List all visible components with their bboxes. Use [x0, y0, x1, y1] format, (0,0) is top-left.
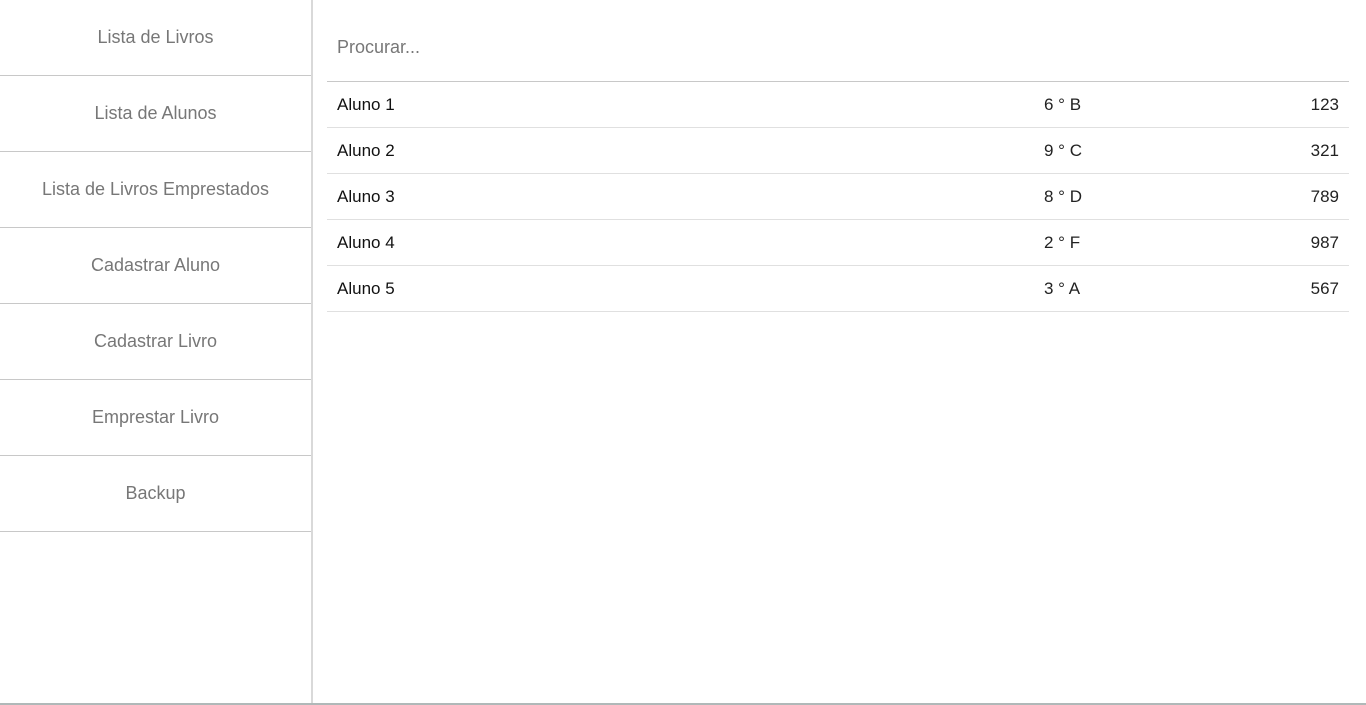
table-row[interactable]: Aluno 2 9 ° C 321 [327, 128, 1349, 174]
student-class: 2 ° F [1044, 233, 1081, 252]
student-name: Aluno 5 [337, 279, 395, 298]
table-row[interactable]: Aluno 5 3 ° A 567 [327, 266, 1349, 312]
search-bar [327, 14, 1349, 82]
student-id: 789 [1310, 187, 1339, 206]
sidebar-item-cadastrar-livro[interactable]: Cadastrar Livro [0, 304, 311, 380]
student-class: 3 ° A [1044, 279, 1081, 298]
main-content: Aluno 1 6 ° B 123 Aluno 2 9 ° C 321 Alun… [313, 0, 1366, 705]
student-class: 9 ° C [1044, 141, 1082, 160]
sidebar-item-lista-de-alunos[interactable]: Lista de Alunos [0, 76, 311, 152]
student-class: 6 ° B [1044, 95, 1082, 114]
table-row[interactable]: Aluno 4 2 ° F 987 [327, 220, 1349, 266]
sidebar-item-emprestar-livro[interactable]: Emprestar Livro [0, 380, 311, 456]
student-class: 8 ° D [1044, 187, 1082, 206]
student-id: 567 [1310, 279, 1339, 298]
sidebar-item-label: Cadastrar Livro [93, 331, 218, 351]
search-input[interactable] [327, 14, 1349, 80]
student-name: Aluno 2 [337, 141, 395, 160]
table-row[interactable]: Aluno 3 8 ° D 789 [327, 174, 1349, 220]
student-name: Aluno 4 [337, 233, 395, 252]
student-list: Aluno 1 6 ° B 123 Aluno 2 9 ° C 321 Alun… [327, 82, 1349, 312]
sidebar-item-label: Emprestar Livro [91, 407, 220, 427]
student-id: 987 [1310, 233, 1339, 252]
sidebar-item-label: Lista de Alunos [94, 103, 217, 123]
sidebar-item-lista-de-livros[interactable]: Lista de Livros [0, 0, 311, 76]
sidebar-item-cadastrar-aluno[interactable]: Cadastrar Aluno [0, 228, 311, 304]
app-window: Lista de Livros Lista de Alunos Lista de… [0, 0, 1366, 705]
sidebar-item-backup[interactable]: Backup [0, 456, 311, 532]
sidebar-item-label: Lista de Livros [97, 27, 214, 47]
sidebar-item-label: Lista de Livros Emprestados [41, 179, 270, 199]
student-name: Aluno 3 [337, 187, 395, 206]
student-id: 321 [1310, 141, 1339, 160]
student-name: Aluno 1 [337, 95, 395, 114]
sidebar-item-lista-de-livros-emprestados[interactable]: Lista de Livros Emprestados [0, 152, 311, 228]
sidebar-item-label: Backup [125, 483, 186, 503]
sidebar: Lista de Livros Lista de Alunos Lista de… [0, 0, 313, 705]
table-row[interactable]: Aluno 1 6 ° B 123 [327, 82, 1349, 128]
student-id: 123 [1310, 95, 1339, 114]
sidebar-item-label: Cadastrar Aluno [90, 255, 221, 275]
